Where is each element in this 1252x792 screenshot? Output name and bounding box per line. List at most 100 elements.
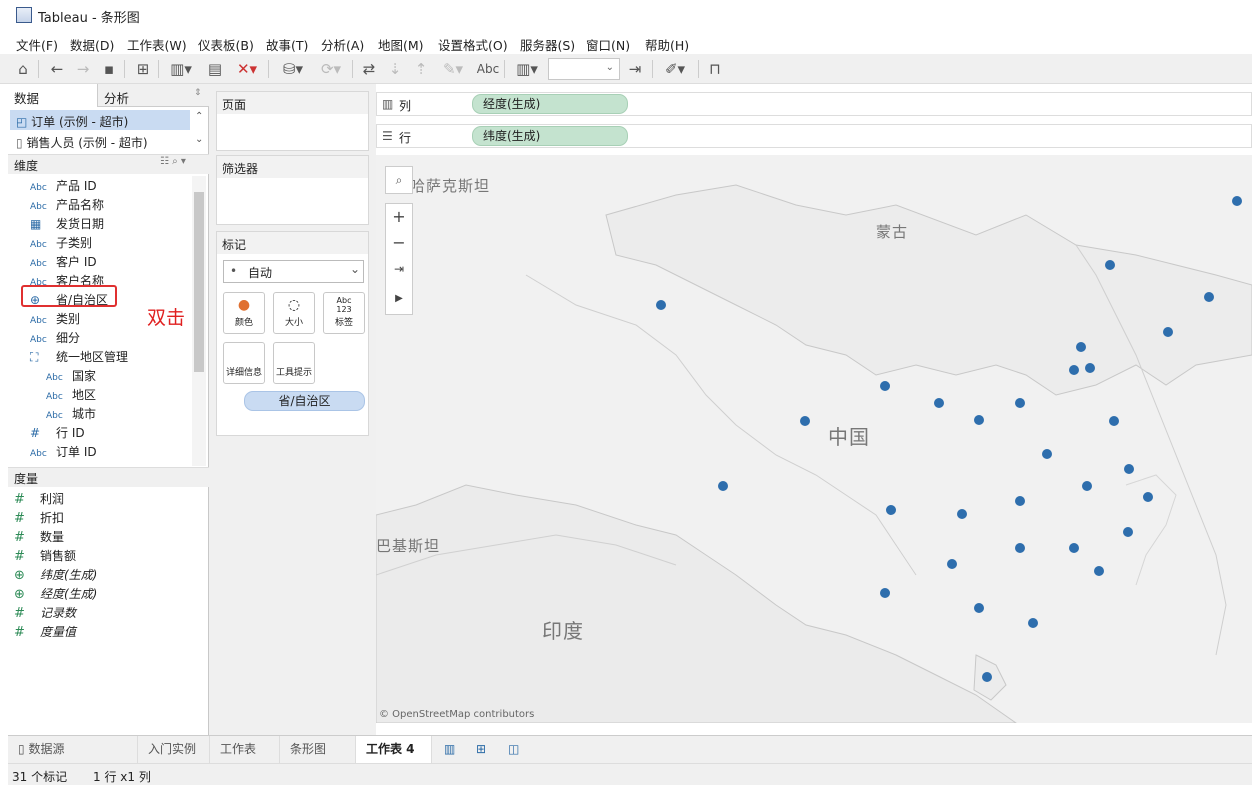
filters-card[interactable]: 筛选器 — [216, 155, 369, 225]
dimension-field[interactable]: ⛶ 统一地区管理 — [30, 348, 128, 366]
save-icon[interactable]: ▪ — [98, 59, 120, 79]
mark-type-dropdown[interactable]: • 自动 ⌄ — [223, 260, 364, 283]
province-mark[interactable] — [1085, 363, 1095, 373]
province-mark[interactable] — [957, 509, 967, 519]
rows-shelf[interactable]: ☰ 行 纬度(生成) — [376, 124, 1252, 148]
province-mark[interactable] — [1015, 398, 1025, 408]
clear-sheet-icon[interactable]: ✕▾ — [230, 59, 264, 79]
province-mark[interactable] — [1124, 464, 1134, 474]
province-mark[interactable] — [880, 588, 890, 598]
measure-field[interactable]: # 数量 — [14, 528, 64, 546]
dimension-field[interactable]: Abc 类别 — [30, 310, 80, 328]
search-icon[interactable]: ☷ ⌕ ▾ — [160, 156, 186, 167]
menu-worksheet[interactable]: 工作表(W) — [127, 35, 187, 54]
measure-field[interactable]: # 记录数 — [14, 604, 76, 622]
fit-dropdown[interactable]: ⌄ — [548, 58, 620, 80]
tab-data[interactable]: 数据 — [14, 88, 39, 110]
duplicate-sheet-icon[interactable]: ▤ — [204, 59, 226, 79]
province-mark[interactable] — [982, 672, 992, 682]
province-mark[interactable] — [886, 505, 896, 515]
menu-map[interactable]: 地图(M) — [378, 35, 424, 54]
menu-dashboard[interactable]: 仪表板(B) — [198, 35, 254, 54]
refresh-icon[interactable]: ⟳▾ — [314, 59, 348, 79]
dimension-field[interactable]: Abc 子类别 — [30, 234, 92, 252]
new-worksheet-icon[interactable]: ▥▾ — [164, 59, 198, 79]
menu-file[interactable]: 文件(F) — [16, 35, 58, 54]
menu-window[interactable]: 窗口(N) — [586, 35, 630, 54]
tab-datasource[interactable]: ▯ 数据源 — [8, 736, 138, 763]
dimension-field[interactable]: Abc 城市 — [46, 405, 96, 423]
map-attribution[interactable]: © OpenStreetMap contributors — [379, 709, 534, 720]
province-mark[interactable] — [1069, 365, 1079, 375]
province-mark[interactable] — [1015, 496, 1025, 506]
sort-desc-icon[interactable]: ⇡ — [410, 59, 432, 79]
scrollbar-thumb[interactable] — [194, 192, 204, 372]
tab-analysis[interactable]: 分析 — [104, 88, 129, 110]
menu-format[interactable]: 设置格式(O) — [438, 35, 508, 54]
province-mark[interactable] — [1163, 327, 1173, 337]
detail-button[interactable]: 详细信息 — [223, 342, 265, 384]
home-icon[interactable]: ⌂ — [12, 59, 34, 79]
dimension-field[interactable]: Abc 地区 — [46, 386, 96, 404]
detail-pill[interactable]: 省/自治区 — [244, 391, 365, 411]
new-datasource-icon[interactable]: ⊞ — [132, 59, 154, 79]
zoom-out-icon[interactable]: − — [386, 230, 412, 256]
province-mark[interactable] — [880, 381, 890, 391]
province-mark[interactable] — [1076, 342, 1086, 352]
province-mark[interactable] — [1069, 543, 1079, 553]
datasource-item[interactable]: ◰ 订单 (示例 - 超市) — [16, 113, 128, 130]
province-mark[interactable] — [718, 481, 728, 491]
pages-card[interactable]: 页面 — [216, 91, 369, 151]
datasource-item[interactable]: ▯ 销售人员 (示例 - 超市) — [16, 134, 148, 151]
province-mark[interactable] — [1082, 481, 1092, 491]
province-mark[interactable] — [1232, 196, 1242, 206]
province-mark[interactable] — [1109, 416, 1119, 426]
menu-server[interactable]: 服务器(S) — [520, 35, 575, 54]
measure-field[interactable]: ⊕ 经度(生成) — [14, 585, 97, 603]
map-toolbar-expand-icon[interactable]: ▶ — [386, 286, 412, 312]
dimension-field[interactable]: Abc 产品 ID — [30, 177, 97, 195]
dimension-field[interactable]: Abc 细分 — [30, 329, 80, 347]
province-mark[interactable] — [947, 559, 957, 569]
province-mark[interactable] — [974, 603, 984, 613]
zoom-in-icon[interactable]: + — [386, 204, 412, 230]
menu-data[interactable]: 数据(D) — [70, 35, 114, 54]
new-story-tab-icon[interactable]: ◫ — [498, 736, 528, 763]
dimension-field[interactable]: # 行 ID — [30, 424, 85, 442]
province-mark[interactable] — [1143, 492, 1153, 502]
annotate-icon[interactable]: ✐▾ — [658, 59, 692, 79]
province-mark[interactable] — [1028, 618, 1038, 628]
map-search-icon[interactable]: ⌕ — [385, 166, 413, 194]
rows-pill[interactable]: 纬度(生成) — [472, 126, 628, 146]
measure-field[interactable]: # 折扣 — [14, 509, 64, 527]
sort-asc-icon[interactable]: ⇣ — [384, 59, 406, 79]
province-mark[interactable] — [1105, 260, 1115, 270]
highlight-icon[interactable]: ✎▾ — [436, 59, 470, 79]
measure-field[interactable]: # 度量值 — [14, 623, 76, 641]
dimension-field[interactable]: Abc 客户 ID — [30, 253, 97, 271]
undo-icon[interactable]: ← — [46, 59, 68, 79]
label-button[interactable]: Abc 123 标签 — [323, 292, 365, 334]
columns-pill[interactable]: 经度(生成) — [472, 94, 628, 114]
province-mark[interactable] — [800, 416, 810, 426]
show-labels-button[interactable]: Abc — [474, 59, 502, 79]
province-mark[interactable] — [1123, 527, 1133, 537]
map-view[interactable]: 哈萨克斯坦 蒙古 中国 巴基斯坦 印度 ⌕ + − ⇥ ▶ © OpenStreetMa… — [376, 155, 1252, 723]
color-button[interactable]: ● 颜色 — [223, 292, 265, 334]
dimension-field[interactable]: Abc 订单 ID — [30, 443, 97, 461]
scroll-up-icon[interactable]: ⌃ — [195, 111, 203, 122]
menu-analysis[interactable]: 分析(A) — [321, 35, 364, 54]
pin-map-icon[interactable]: ⇥ — [386, 256, 412, 282]
tab-sheet[interactable]: 条形图 — [280, 736, 356, 763]
province-mark[interactable] — [656, 300, 666, 310]
tab-sheet-active[interactable]: 工作表 4 — [356, 736, 432, 763]
province-mark[interactable] — [934, 398, 944, 408]
datasource-menu-icon[interactable]: ⛁▾ — [276, 59, 310, 79]
province-mark[interactable] — [1204, 292, 1214, 302]
swap-icon[interactable]: ⇄ — [358, 59, 380, 79]
menu-story[interactable]: 故事(T) — [266, 35, 308, 54]
pane-menu-icon[interactable]: ⇕ — [194, 88, 202, 98]
measure-field[interactable]: ⊕ 纬度(生成) — [14, 566, 97, 584]
columns-shelf[interactable]: ▥ 列 经度(生成) — [376, 92, 1252, 116]
menu-help[interactable]: 帮助(H) — [645, 35, 689, 54]
